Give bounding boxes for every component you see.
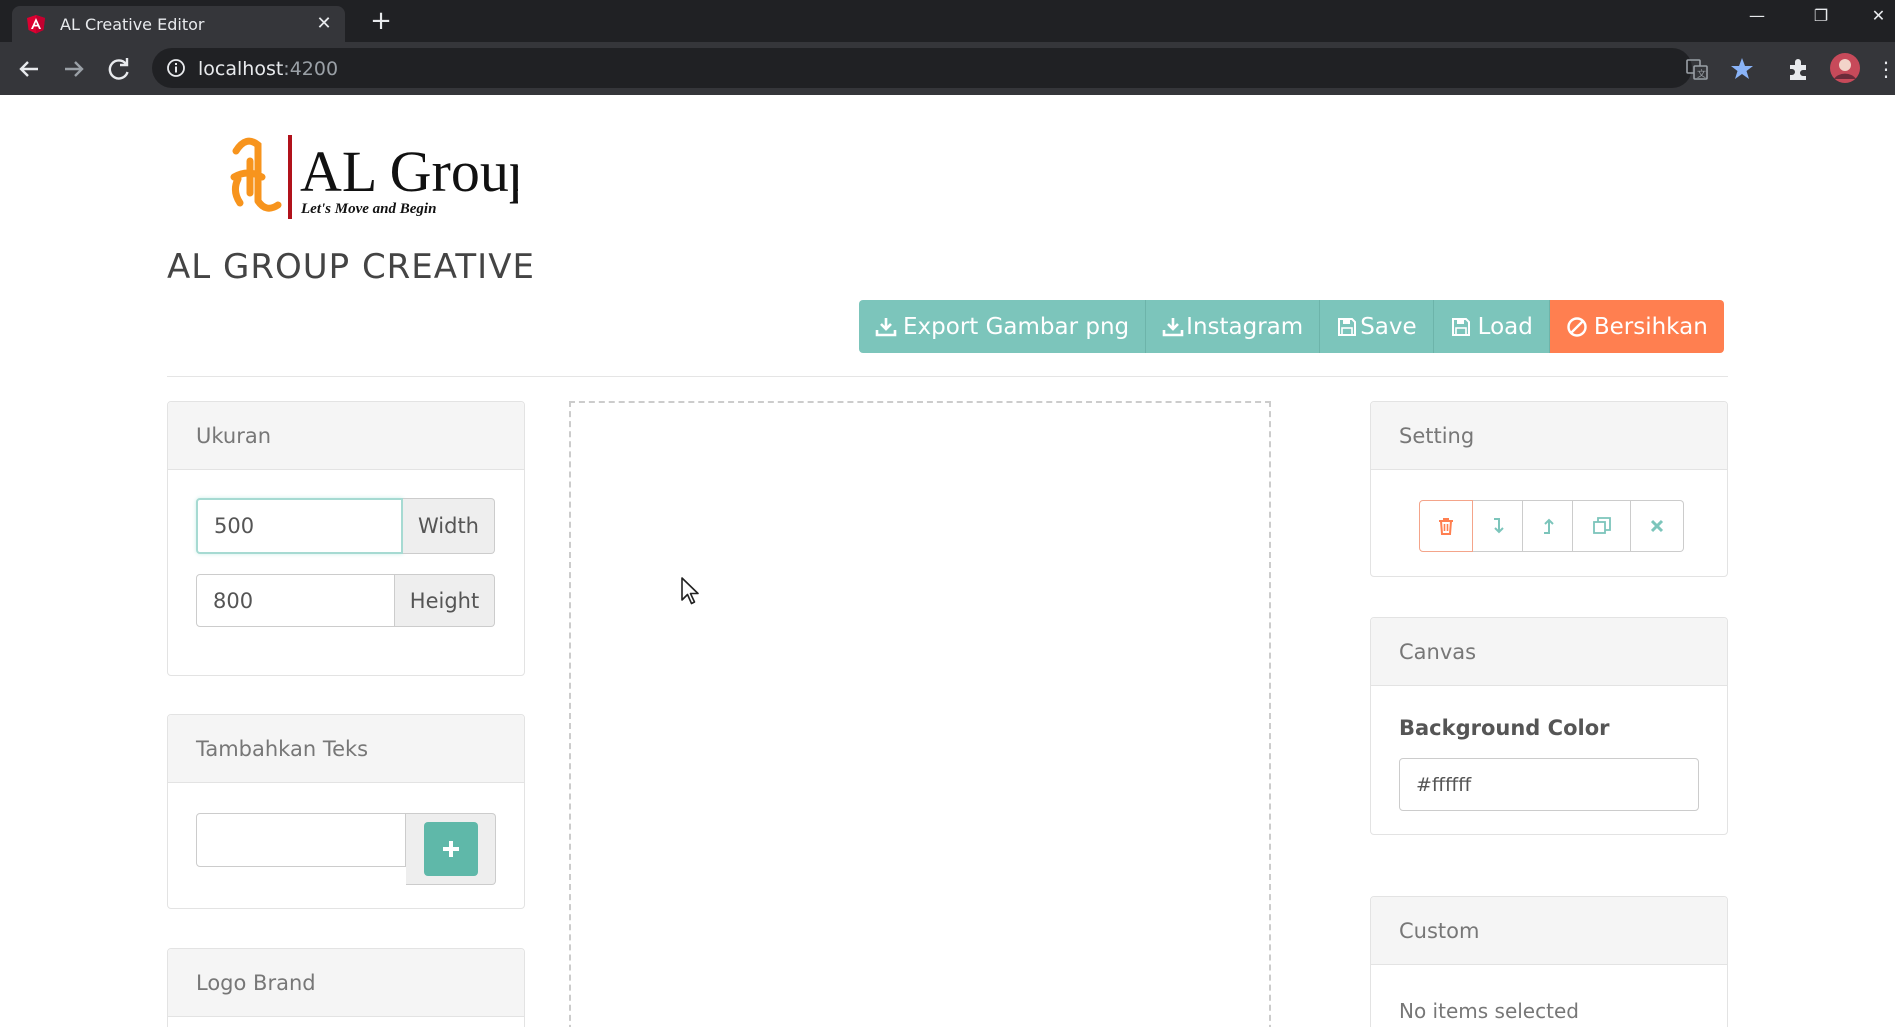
clear-button[interactable]: Bersihkan [1549,300,1724,353]
action-toolbar: Export Gambar png Instagram Save Load Be… [859,300,1724,353]
load-button[interactable]: Load [1433,300,1550,353]
panel-heading: Tambahkan Teks [168,715,524,783]
design-canvas[interactable] [569,401,1271,1027]
forward-button[interactable] [57,52,91,86]
reload-button[interactable] [102,52,136,86]
svg-text:文: 文 [1697,68,1706,80]
height-input-group: Height [196,574,495,627]
download-icon [1162,317,1184,336]
close-icon [1650,519,1664,533]
mouse-cursor-icon [681,577,699,605]
floppy-disk-icon [1338,317,1357,336]
panel-heading: Logo Brand [168,949,524,1017]
height-addon: Height [395,574,495,627]
logo-tagline: Let's Move and Begin [300,201,436,217]
deselect-button[interactable] [1631,500,1684,552]
trash-icon [1439,518,1453,535]
send-backward-button[interactable] [1473,500,1523,552]
restore-icon[interactable]: ❐ [1798,0,1844,32]
save-button[interactable]: Save [1320,300,1434,353]
back-button[interactable] [12,52,46,86]
background-color-input[interactable]: #ffffff [1399,758,1699,811]
page-title: AL GROUP CREATIVE [167,247,535,287]
add-text-addon [406,813,496,885]
panel-heading: Ukuran [168,402,524,470]
tambah-teks-panel: Tambahkan Teks [167,714,525,909]
reload-icon [108,58,129,80]
clone-button[interactable] [1573,500,1631,552]
setting-body [1371,470,1727,576]
panel-heading: Canvas [1371,618,1727,686]
logo-text: AL Group [300,139,518,204]
arrow-right-icon [65,61,84,77]
add-text-input-group [196,813,496,885]
background-color-label: Background Color [1399,716,1610,740]
al-group-logo: AL Group Let's Move and Begin [228,131,538,223]
object-tools [1419,500,1684,552]
bring-forward-button[interactable] [1523,500,1573,552]
send-backward-icon [1493,518,1504,534]
info-icon[interactable] [166,58,186,78]
browser-tabstrip: AL Creative Editor ✕ + — ❐ ✕ [0,0,1895,42]
width-input-group: Width [196,498,495,554]
floppy-disk-icon [1451,317,1470,336]
angular-icon [27,15,45,34]
canvas-panel: Canvas Background Color #ffffff [1370,617,1728,835]
page-content: AL Group Let's Move and Begin AL GROUP C… [0,95,1895,1027]
add-text-input[interactable] [196,813,406,867]
bookmark-star-icon[interactable] [1729,56,1755,82]
setting-panel: Setting [1370,401,1728,577]
close-window-icon[interactable]: ✕ [1862,0,1895,32]
url-text: localhost:4200 [198,58,339,80]
extensions-icon[interactable] [1785,56,1811,82]
address-bar[interactable]: localhost:4200 [152,48,1692,88]
no-selection-text: No items selected [1399,999,1579,1023]
panel-heading: Setting [1371,402,1727,470]
tab-title: AL Creative Editor [60,15,205,34]
clone-icon [1592,517,1611,534]
instagram-button[interactable]: Instagram [1146,300,1321,353]
width-input[interactable] [196,498,403,554]
panel-heading: Custom [1371,897,1727,965]
browser-toolbar: localhost:4200 文 ⋮ [0,42,1895,95]
logo-brand-panel: Logo Brand [167,948,525,1027]
add-text-button[interactable] [423,822,478,876]
delete-button[interactable] [1419,500,1473,552]
arrow-left-icon [19,61,38,77]
export-png-button[interactable]: Export Gambar png [859,300,1147,353]
plus-icon [442,841,459,857]
ban-icon [1567,316,1587,337]
height-input[interactable] [196,574,395,627]
browser-tab[interactable]: AL Creative Editor ✕ [12,6,345,42]
bring-forward-icon [1543,518,1554,534]
width-addon: Width [403,498,495,554]
translate-icon[interactable]: 文 [1684,56,1710,82]
profile-avatar-icon[interactable] [1829,52,1861,84]
ukuran-panel: Ukuran Width Height [167,401,525,676]
custom-panel: Custom No items selected [1370,896,1728,1027]
browser-menu-icon[interactable]: ⋮ [1876,53,1895,85]
minimize-icon[interactable]: — [1734,0,1780,32]
new-tab-button[interactable]: + [366,6,396,36]
header-divider [167,376,1728,377]
close-tab-icon[interactable]: ✕ [312,12,336,36]
download-icon [875,317,897,336]
